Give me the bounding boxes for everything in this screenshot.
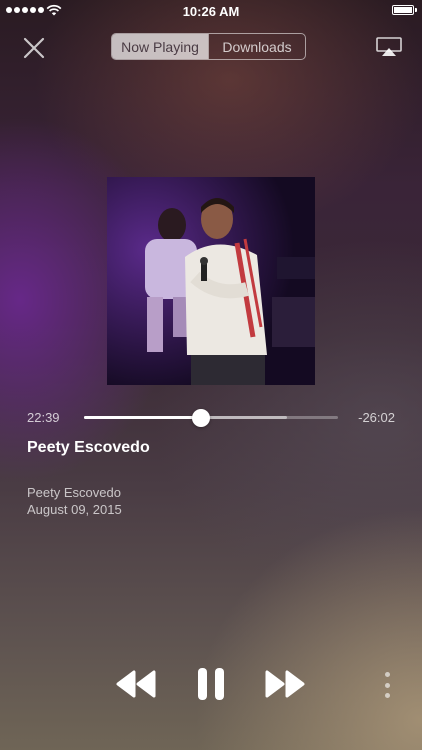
tab-now-playing[interactable]: Now Playing [112, 34, 208, 59]
progress-thumb[interactable] [191, 409, 210, 427]
close-icon[interactable] [22, 36, 46, 60]
tab-downloads[interactable]: Downloads [208, 34, 305, 59]
more-dot [384, 672, 390, 677]
progress-scrubber[interactable] [84, 409, 338, 427]
now-playing-screen: 10:26 AM Now Playing Downloads 22:39 -26… [0, 0, 422, 750]
rewind-icon[interactable] [114, 669, 158, 699]
segmented-control: Now Playing Downloads [111, 33, 306, 60]
more-dot [384, 693, 390, 698]
more-dot [384, 682, 390, 688]
battery-icon [392, 5, 417, 15]
remaining-time: -26:02 [358, 410, 395, 425]
progress-played [84, 416, 201, 419]
elapsed-time: 22:39 [27, 410, 60, 425]
pause-icon[interactable] [195, 666, 227, 702]
more-vertical-icon[interactable] [380, 672, 394, 698]
track-title: Peety Escovedo [27, 439, 150, 456]
artwork-image [107, 177, 315, 385]
status-time: 10:26 AM [182, 4, 240, 19]
track-date: August 09, 2015 [27, 502, 122, 517]
status-bar: 10:26 AM [0, 0, 422, 22]
airplay-icon[interactable] [376, 37, 402, 57]
fast-forward-icon[interactable] [263, 669, 307, 699]
track-artist: Peety Escovedo [27, 485, 121, 500]
battery-fill [394, 7, 412, 13]
